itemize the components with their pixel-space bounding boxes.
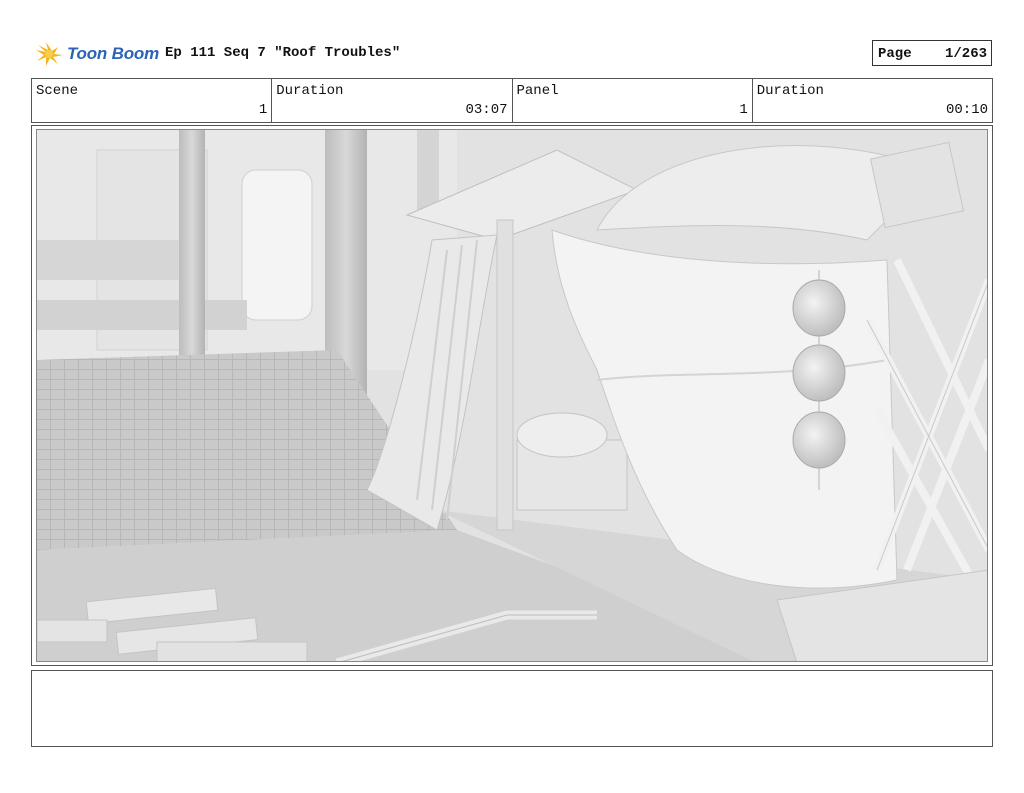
panel-value: 1	[739, 102, 748, 118]
scene-label: Scene	[36, 83, 79, 99]
logo-text: Toon Boom	[67, 44, 159, 63]
panel-image	[36, 129, 988, 662]
scene-cell: Scene 1	[32, 79, 273, 122]
scene-duration-value: 03:07	[465, 102, 508, 118]
panel-cell: Panel 1	[513, 79, 753, 122]
episode-title: Ep 111 Seq 7 "Roof Troubles"	[165, 45, 401, 61]
page-label: Page	[878, 46, 912, 62]
panel-info-table: Scene 1 Duration 03:07 Panel 1 Duration …	[31, 78, 993, 123]
panel-label: Panel	[516, 83, 559, 99]
panel-duration-label: Duration	[756, 83, 824, 99]
page-counter: Page 1/263	[872, 40, 992, 66]
scene-value: 1	[258, 102, 268, 118]
panel-duration-value: 00:10	[945, 102, 988, 118]
storyboard-panel	[31, 125, 993, 666]
scene-render-illustration	[37, 130, 987, 661]
scene-duration-label: Duration	[276, 83, 344, 99]
panel-duration-cell: Duration 00:10	[753, 79, 992, 122]
scene-duration-cell: Duration 03:07	[272, 79, 513, 122]
toon-boom-logo: Toon Boom	[34, 40, 159, 68]
page-header: Toon Boom Ep 111 Seq 7 "Roof Troubles" P…	[31, 40, 993, 68]
caption-box	[31, 670, 993, 747]
page-value: 1/263	[944, 46, 987, 62]
toon-boom-burst-icon	[36, 42, 63, 66]
